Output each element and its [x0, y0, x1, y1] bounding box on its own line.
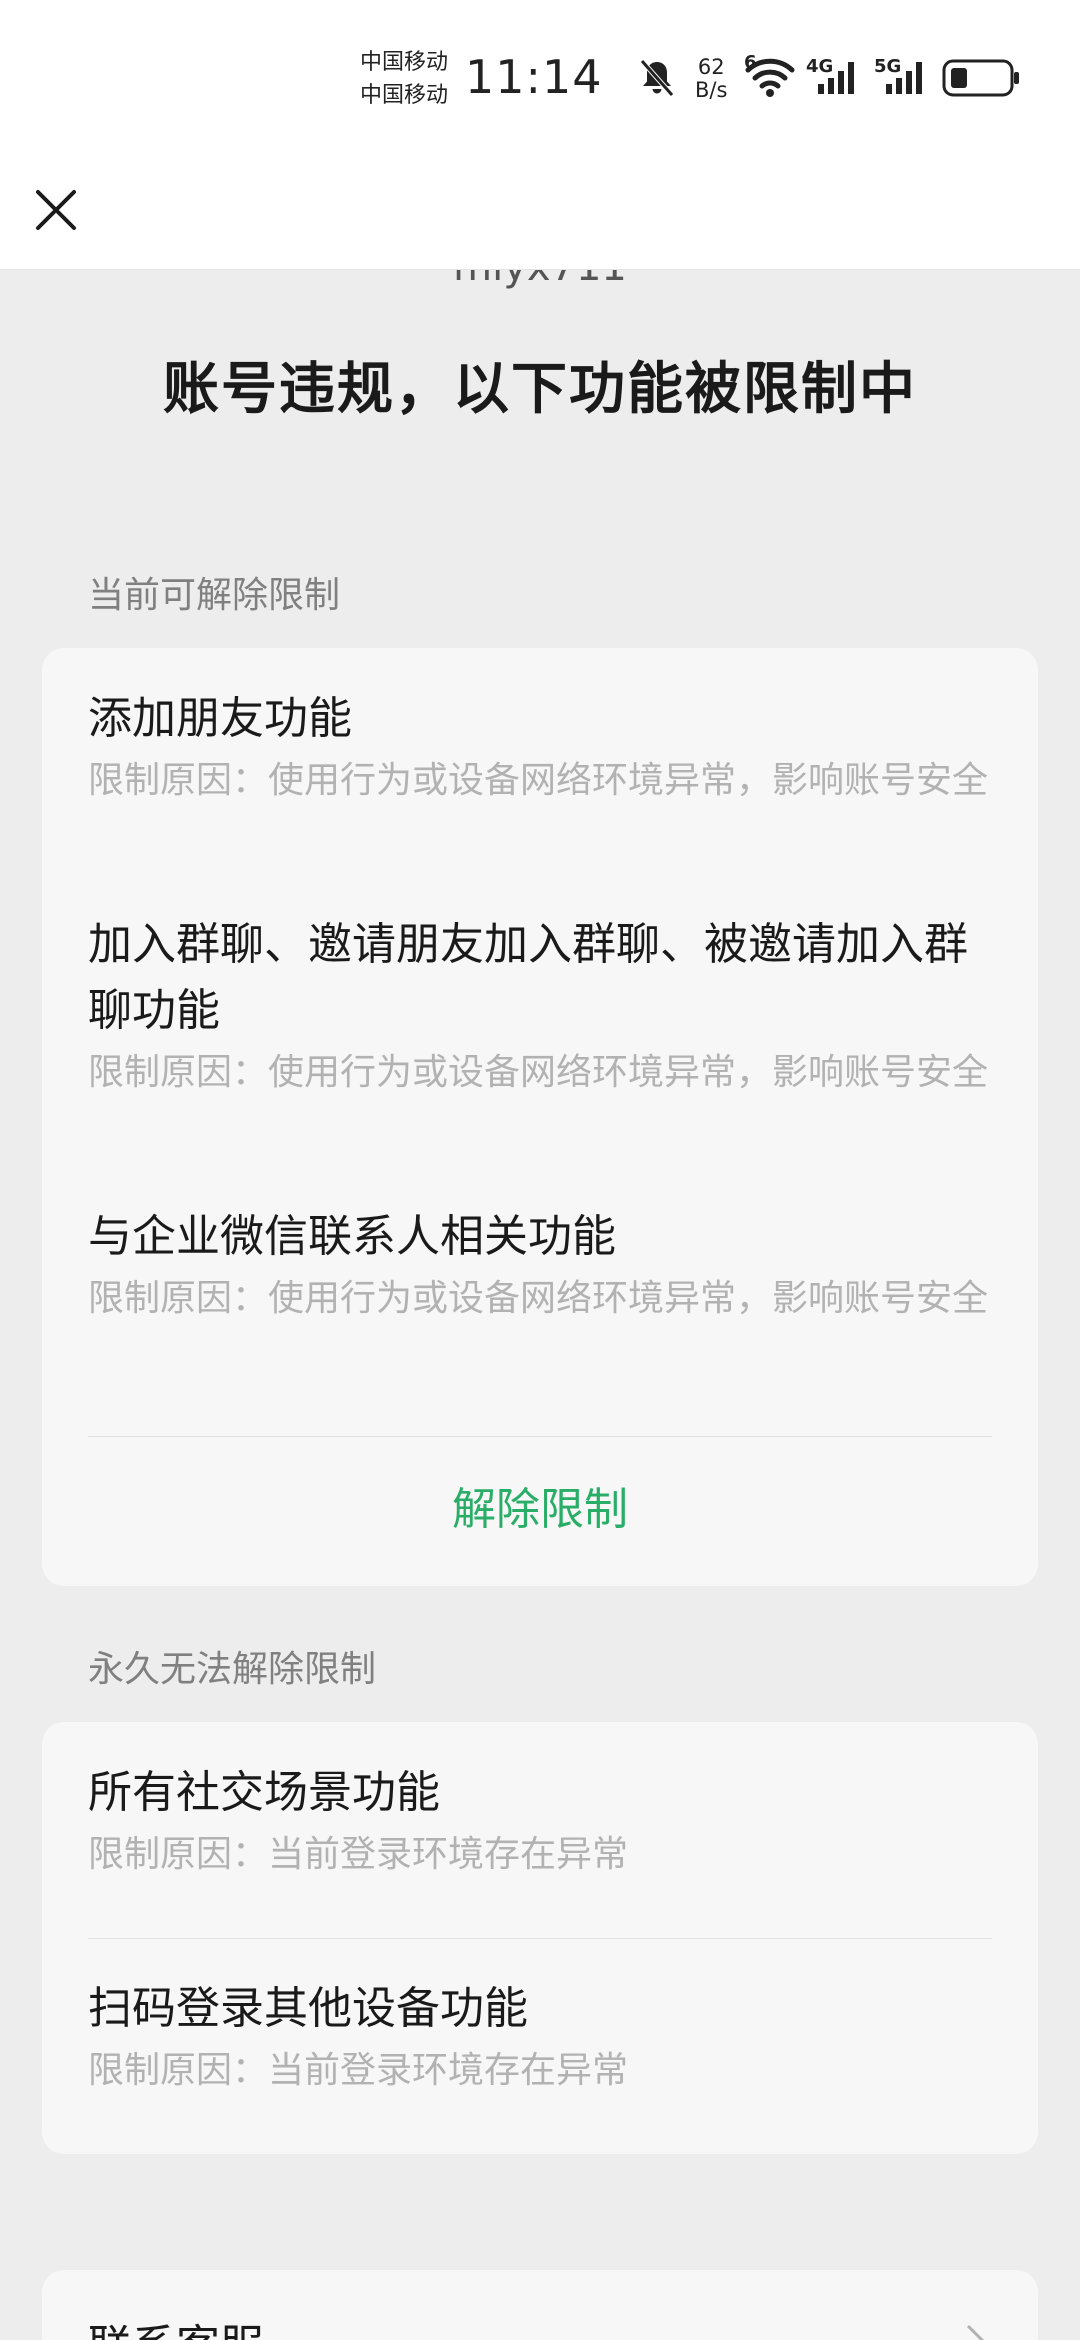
- contact-support-row[interactable]: 联系客服: [42, 2270, 1038, 2340]
- wifi-badge: 6: [744, 52, 757, 73]
- divider: [88, 1938, 992, 1939]
- divider: [88, 1436, 992, 1437]
- restriction-item: 扫码登录其他设备功能 限制原因：当前登录环境存在异常: [88, 1976, 992, 2097]
- battery-icon: [942, 59, 1019, 97]
- restriction-reason: 限制原因：使用行为或设备网络环境异常，影响账号安全: [88, 1278, 989, 1319]
- remove-restriction-button[interactable]: 解除限制: [42, 1460, 1038, 1560]
- sim1-network-label: 4G: [806, 56, 834, 77]
- close-button[interactable]: [24, 178, 88, 242]
- contact-support-label: 联系客服: [88, 2310, 264, 2340]
- net-speed: 62 B/s: [695, 56, 727, 102]
- net-speed-value: 62: [697, 55, 725, 79]
- restriction-item: 与企业微信联系人相关功能 限制原因：使用行为或设备网络环境异常，影响账号安全: [88, 1204, 992, 1325]
- restriction-title: 加入群聊、邀请朋友加入群聊、被邀请加入群聊功能: [88, 919, 968, 1036]
- net-speed-unit: B/s: [695, 78, 728, 102]
- removable-section-label: 当前可解除限制: [88, 575, 341, 616]
- status-icons: [0, 52, 1080, 112]
- restriction-reason: 限制原因：使用行为或设备网络环境异常，影响账号安全: [88, 760, 989, 801]
- permanent-section-label: 永久无法解除限制: [88, 1649, 377, 1690]
- account-id-partial: mlyx711: [0, 270, 1080, 290]
- restriction-item: 所有社交场景功能 限制原因：当前登录环境存在异常: [88, 1760, 992, 1881]
- restriction-item: 加入群聊、邀请朋友加入群聊、被邀请加入群聊功能 限制原因：使用行为或设备网络环境…: [88, 912, 992, 1099]
- restriction-reason: 限制原因：当前登录环境存在异常: [88, 2050, 629, 2091]
- restriction-title: 与企业微信联系人相关功能: [88, 1211, 616, 1262]
- mute-bell-icon: [640, 59, 674, 97]
- restriction-page: mlyx711 账号违规，以下功能被限制中 当前可解除限制 添加朋友功能 限制原…: [0, 270, 1080, 2340]
- permanent-restrictions-card: 所有社交场景功能 限制原因：当前登录环境存在异常 扫码登录其他设备功能 限制原因…: [42, 1722, 1038, 2154]
- removable-restrictions-card: 添加朋友功能 限制原因：使用行为或设备网络环境异常，影响账号安全 加入群聊、邀请…: [42, 648, 1038, 1586]
- restriction-title: 扫码登录其他设备功能: [88, 1983, 528, 2034]
- status-bar: 中国移动 中国移动 11:14 62 B/s 6 4G 5G: [0, 0, 1080, 150]
- page-title: 账号违规，以下功能被限制中: [163, 357, 917, 422]
- restriction-title: 所有社交场景功能: [88, 1767, 440, 1818]
- close-icon: [36, 190, 76, 230]
- restriction-reason: 限制原因：当前登录环境存在异常: [88, 1834, 629, 1875]
- sim2-network-label: 5G: [874, 56, 902, 77]
- restriction-reason: 限制原因：使用行为或设备网络环境异常，影响账号安全: [88, 1052, 989, 1093]
- restriction-item: 添加朋友功能 限制原因：使用行为或设备网络环境异常，影响账号安全: [88, 686, 992, 807]
- nav-bar: [0, 150, 1080, 270]
- restriction-title: 添加朋友功能: [88, 693, 352, 744]
- chevron-right-icon: [966, 2324, 985, 2340]
